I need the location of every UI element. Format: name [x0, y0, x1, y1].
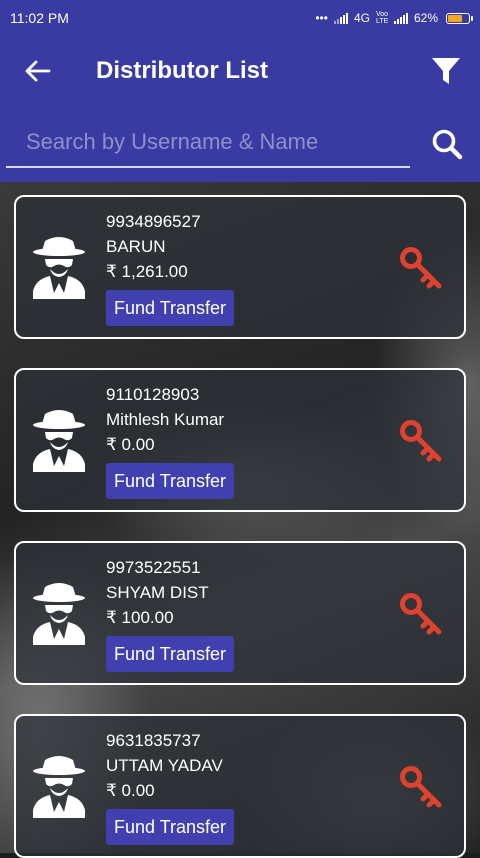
battery-percent: 62% — [413, 11, 438, 25]
more-dots-icon: ••• — [315, 11, 328, 25]
status-time: 11:02 PM — [10, 10, 69, 26]
fund-transfer-button[interactable]: Fund Transfer — [106, 463, 235, 499]
distributor-balance: ₹ 100.00 — [106, 608, 174, 627]
app-bar: Distributor List — [0, 36, 480, 106]
distributor-phone: 9934896527 — [106, 212, 201, 231]
signal-icon-2 — [393, 12, 408, 24]
search-bar — [0, 106, 480, 182]
signal-icon — [333, 12, 348, 24]
distributor-phone: 9973522551 — [106, 558, 201, 577]
spy-avatar-icon — [33, 237, 85, 299]
fund-transfer-button[interactable]: Fund Transfer — [106, 636, 235, 672]
distributor-info: 9110128903 Mithlesh Kumar ₹ 0.00 — [106, 382, 224, 457]
status-icons: ••• 4G Voo LTE 62% — [315, 11, 473, 25]
distributor-card[interactable]: 9934896527 BARUN ₹ 1,261.00 Fund Transfe… — [14, 195, 466, 339]
distributor-info: 9973522551 SHYAM DIST ₹ 100.00 — [106, 555, 209, 630]
spy-avatar-icon — [33, 583, 85, 645]
search-icon — [432, 129, 463, 160]
battery-icon — [446, 12, 473, 24]
filter-icon — [432, 58, 460, 84]
arrow-left-icon — [25, 60, 51, 82]
search-button[interactable] — [424, 120, 470, 168]
distributor-info: 9934896527 BARUN ₹ 1,261.00 — [106, 209, 201, 284]
distributor-balance: ₹ 1,261.00 — [106, 262, 188, 281]
distributor-name: BARUN — [106, 237, 166, 256]
distributor-balance: ₹ 0.00 — [106, 435, 155, 454]
distributor-card[interactable]: 9973522551 SHYAM DIST ₹ 100.00 Fund Tran… — [14, 541, 466, 685]
key-icon[interactable] — [398, 418, 444, 464]
distributor-name: SHYAM DIST — [106, 583, 209, 602]
key-icon[interactable] — [398, 764, 444, 810]
distributor-phone: 9110128903 — [106, 385, 200, 404]
page-title: Distributor List — [96, 57, 268, 84]
distributor-balance: ₹ 0.00 — [106, 781, 155, 800]
distributor-info: 9631835737 UTTAM YADAV ₹ 0.00 — [106, 728, 223, 803]
distributor-name: Mithlesh Kumar — [106, 410, 225, 429]
filter-button[interactable] — [422, 47, 470, 95]
distributor-name: UTTAM YADAV — [106, 756, 223, 775]
key-icon[interactable] — [398, 245, 444, 291]
distributor-card[interactable]: 9631835737 UTTAM YADAV ₹ 0.00 Fund Trans… — [14, 714, 466, 858]
back-button[interactable] — [12, 45, 64, 97]
volte-icon: Voo LTE — [375, 11, 389, 25]
search-input[interactable] — [6, 118, 410, 168]
key-icon[interactable] — [398, 591, 444, 637]
fund-transfer-button[interactable]: Fund Transfer — [106, 809, 235, 845]
distributor-phone: 9631835737 — [106, 731, 201, 750]
status-bar: 11:02 PM ••• 4G Voo LTE 62% — [0, 0, 480, 36]
spy-avatar-icon — [33, 410, 85, 472]
fund-transfer-button[interactable]: Fund Transfer — [106, 290, 235, 326]
network-type: 4G — [353, 11, 370, 25]
spy-avatar-icon — [33, 756, 85, 818]
distributor-card[interactable]: 9110128903 Mithlesh Kumar ₹ 0.00 Fund Tr… — [14, 368, 466, 512]
